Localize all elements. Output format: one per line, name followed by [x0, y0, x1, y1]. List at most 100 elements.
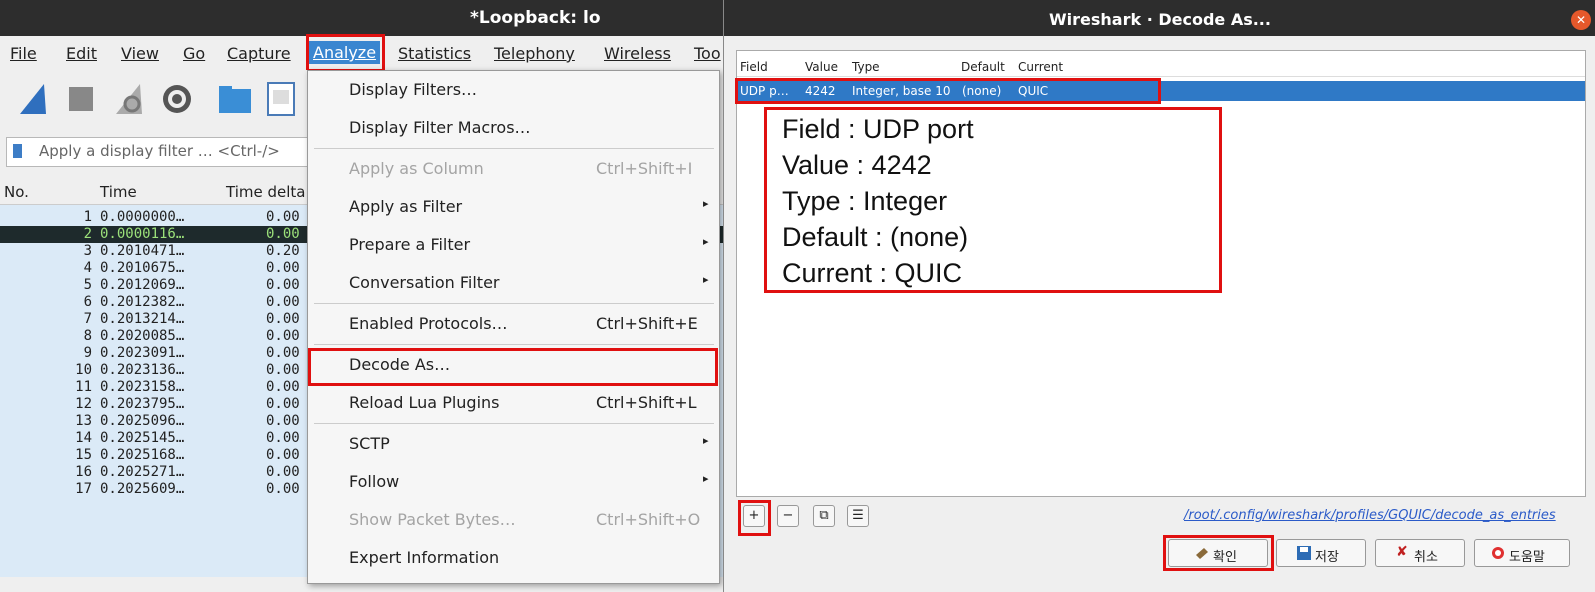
packet-time: 0.2010675… [100, 260, 185, 276]
packet-no: 5 [83, 277, 92, 293]
menu-item[interactable]: Prepare a Filter ▸ [308, 226, 719, 264]
menu-file[interactable]: File [10, 44, 37, 63]
packet-time: 0.2023136… [100, 362, 185, 378]
col-type[interactable]: Type [852, 60, 880, 74]
menu-item-label: Display Filters… [349, 80, 478, 99]
packet-time: 0.2012382… [100, 294, 185, 310]
packet-time: 0.2023158… [100, 379, 185, 395]
close-icon[interactable]: ✕ [1571, 10, 1591, 30]
restart-capture-icon[interactable] [110, 80, 148, 118]
add-button-highlight [738, 500, 771, 536]
annotation-value: Value : 4242 [782, 150, 932, 180]
menu-item[interactable]: Reload Lua Plugins Ctrl+Shift+L [308, 384, 719, 422]
menu-item-label: Apply as Column [349, 159, 484, 178]
menu-separator [314, 303, 714, 304]
menu-tools[interactable]: Too [694, 44, 721, 63]
col-field[interactable]: Field [740, 60, 768, 74]
start-capture-icon[interactable] [14, 80, 52, 118]
remove-entry-button[interactable]: − [777, 505, 799, 527]
menu-item-label: SCTP [349, 434, 390, 453]
menu-view[interactable]: View [121, 44, 159, 63]
submenu-arrow-icon: ▸ [703, 197, 709, 210]
packet-delta: 0.20 [266, 243, 300, 259]
packet-no: 15 [75, 447, 92, 463]
bookmark-icon[interactable] [13, 144, 22, 158]
menu-item-label: Show Packet Bytes… [349, 510, 516, 529]
packet-delta: 0.00 [266, 481, 300, 497]
save-file-icon[interactable] [262, 80, 300, 118]
menu-item-label: Display Filter Macros… [349, 118, 531, 137]
packet-delta: 0.00 [266, 379, 300, 395]
column-time-delta[interactable]: Time delta [226, 183, 305, 201]
clear-entries-button[interactable]: ☰ [847, 505, 869, 527]
copy-entry-button[interactable]: ⧉ [813, 505, 835, 527]
packet-no: 12 [75, 396, 92, 412]
packet-no: 8 [83, 328, 92, 344]
menu-item[interactable]: Expert Information [308, 539, 719, 577]
packet-time: 0.2025145… [100, 430, 185, 446]
packet-delta: 0.00 [266, 294, 300, 310]
column-no[interactable]: No. [4, 183, 29, 201]
packet-no: 14 [75, 430, 92, 446]
menu-item[interactable]: SCTP ▸ [308, 425, 719, 463]
menu-wireless[interactable]: Wireless [604, 44, 671, 63]
menu-item-shortcut: Ctrl+Shift+O [596, 510, 701, 529]
menu-go[interactable]: Go [183, 44, 205, 63]
save-label: 저장 [1315, 550, 1339, 565]
menu-item[interactable]: Display Filters… [308, 71, 719, 109]
submenu-arrow-icon: ▸ [703, 273, 709, 286]
main-title-bar: *Loopback: lo [0, 0, 723, 36]
submenu-arrow-icon: ▸ [703, 472, 709, 485]
menu-edit[interactable]: Edit [66, 44, 97, 63]
table-header: Field Value Type Default Current [737, 58, 1585, 77]
column-time[interactable]: Time [100, 183, 137, 201]
annotation-default: Default : (none) [782, 222, 969, 252]
annotation-box: Field : UDP port Value : 4242 Type : Int… [764, 107, 1222, 293]
save-button[interactable]: 저장 [1276, 539, 1366, 567]
capture-options-icon[interactable] [158, 80, 196, 118]
packet-no: 1 [83, 209, 92, 225]
col-value[interactable]: Value [805, 60, 838, 74]
menu-item-label: Apply as Filter [349, 197, 463, 216]
packet-time: 0.0000000… [100, 209, 185, 225]
cancel-label: 취소 [1414, 550, 1438, 565]
menu-item: Apply as Column Ctrl+Shift+I [308, 150, 719, 188]
decode-as-table: Field Value Type Default Current UDP p… … [735, 50, 1586, 497]
menu-item-shortcut: Ctrl+Shift+L [596, 393, 697, 412]
packet-delta: 0.00 [266, 362, 300, 378]
col-current[interactable]: Current [1018, 60, 1063, 74]
menu-item-label: Prepare a Filter [349, 235, 471, 254]
packet-time: 0.2023795… [100, 396, 185, 412]
menu-item[interactable]: Conversation Filter ▸ [308, 264, 719, 302]
packet-no: 4 [83, 260, 92, 276]
menu-item-label: Conversation Filter [349, 273, 500, 292]
stop-capture-icon[interactable] [62, 80, 100, 118]
open-file-icon[interactable] [216, 80, 254, 118]
menu-capture[interactable]: Capture [227, 44, 291, 63]
packet-delta: 0.00 [266, 396, 300, 412]
menu-separator [314, 344, 714, 345]
menu-item-label: Reload Lua Plugins [349, 393, 500, 412]
help-button[interactable]: 도움말 [1474, 539, 1570, 567]
packet-time: 0.0000116… [100, 226, 185, 242]
menu-item[interactable]: Follow ▸ [308, 463, 719, 501]
packet-no: 10 [75, 362, 92, 378]
decode-as-dialog: Wireshark · Decode As... ✕ Field Value T… [723, 0, 1595, 592]
menu-separator [314, 148, 714, 149]
menu-statistics[interactable]: Statistics [398, 44, 471, 63]
packet-no: 17 [75, 481, 92, 497]
menu-item[interactable]: Display Filter Macros… [308, 109, 719, 147]
packet-time: 0.2025609… [100, 481, 185, 497]
menu-telephony[interactable]: Telephony [494, 44, 575, 63]
packet-no: 9 [83, 345, 92, 361]
cancel-button[interactable]: ✘ 취소 [1375, 539, 1465, 567]
col-default[interactable]: Default [961, 60, 1005, 74]
packet-time: 0.2023091… [100, 345, 185, 361]
menu-item[interactable]: Apply as Filter ▸ [308, 188, 719, 226]
config-path-link[interactable]: /root/.config/wireshark/profiles/GQUIC/d… [1184, 508, 1556, 523]
packet-time: 0.2010471… [100, 243, 185, 259]
analyze-menu: Display Filters… Display Filter Macros… Ap… [307, 70, 720, 584]
packet-delta: 0.00 [266, 226, 300, 242]
menu-item[interactable]: Enabled Protocols… Ctrl+Shift+E [308, 305, 719, 343]
packet-delta: 0.00 [266, 209, 300, 225]
